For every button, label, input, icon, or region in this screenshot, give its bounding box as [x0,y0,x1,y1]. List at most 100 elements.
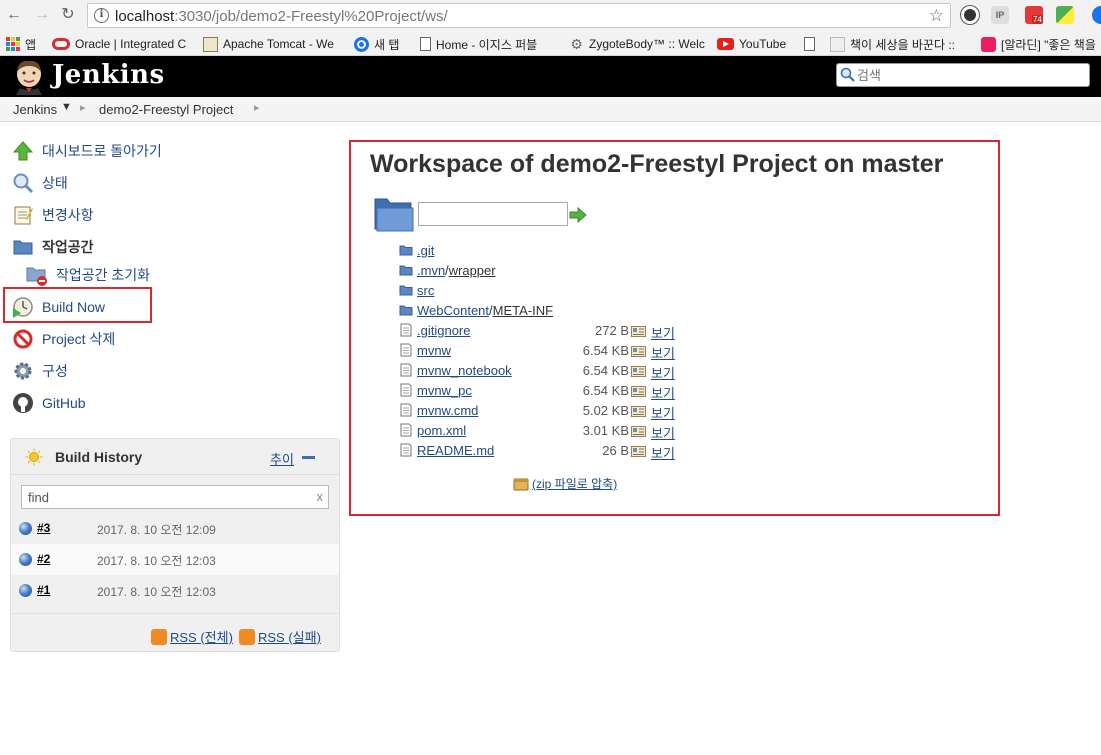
jenkins-logo-text[interactable]: Jenkins [52,60,165,90]
dir-link[interactable]: .git [417,243,434,258]
dir-link[interactable]: .mvn [417,263,445,278]
bookmark-page[interactable] [804,35,815,53]
bookmark-youtube[interactable]: YouTube [717,35,786,53]
dir-row: src [399,281,699,301]
clear-filter-button[interactable]: x [317,489,324,504]
extension-blue-icon[interactable] [1092,6,1101,24]
file-icon [399,363,413,377]
no-entry-icon [13,329,33,349]
view-link[interactable]: 보기 [651,383,675,402]
extension-c-icon[interactable]: 74 [1025,6,1043,24]
zygote-icon: ⚙ [570,35,583,52]
view-icon[interactable] [631,425,646,437]
search-input[interactable] [857,66,1082,84]
extension-photo-icon[interactable] [1056,6,1074,24]
extension-g-icon[interactable] [961,6,979,24]
task-workspace[interactable]: 작업공간 [12,235,94,259]
file-icon [399,443,413,457]
breadcrumb-separator-icon: ▸ [80,102,86,114]
file-link[interactable]: pom.xml [417,423,466,438]
rss-failed-link[interactable]: RSS (실패) [239,627,321,646]
task-changes[interactable]: 변경사항 [12,203,94,227]
view-icon[interactable] [631,405,646,417]
subdir-link[interactable]: wrapper [449,263,496,278]
jenkins-logo-icon[interactable] [12,58,46,95]
build-filter-input[interactable] [28,489,308,505]
trend-link[interactable]: 추이 [270,449,294,468]
task-github[interactable]: GitHub [12,391,86,415]
view-link[interactable]: 보기 [651,323,675,342]
bookmark-aladin[interactable]: [알라딘] "좋은 책을 [981,35,1101,53]
subdir-link[interactable]: META-INF [493,303,553,318]
file-link[interactable]: mvnw_pc [417,383,472,398]
go-arrow-icon[interactable] [569,207,587,223]
file-size: 5.02 KB [582,403,629,418]
file-link[interactable]: .gitignore [417,323,470,338]
bookmark-apps[interactable]: 앱 [6,35,36,53]
file-icon [399,323,413,337]
bookmark-tomcat[interactable]: Apache Tomcat - We [203,35,343,53]
breadcrumb-jenkins[interactable]: Jenkins [13,102,57,117]
dir-row: WebContent/META-INF [399,301,699,321]
view-link[interactable]: 보기 [651,423,675,442]
rss-all-link[interactable]: RSS (전체) [151,627,233,646]
file-icon [399,383,413,397]
reload-icon[interactable]: ↻ [58,5,78,25]
collapse-icon[interactable] [302,456,315,459]
view-link[interactable]: 보기 [651,443,675,462]
breadcrumb-dropdown-icon[interactable]: ▼ [61,101,72,113]
page-icon [830,36,845,52]
file-icon [399,423,413,437]
bookmark-zygote[interactable]: ⚙ ZygoteBody™ :: Welc [569,35,707,53]
file-row: mvnw.cmd 5.02 KB 보기 [399,401,675,421]
view-link[interactable]: 보기 [651,343,675,362]
view-icon[interactable] [631,445,646,457]
file-size: 6.54 KB [582,343,629,358]
zip-download-link[interactable]: (zip 파일로 압축) [513,475,617,492]
site-info-icon[interactable]: i [94,8,109,23]
view-link[interactable]: 보기 [651,363,675,382]
build-number-link[interactable]: #1 [37,583,50,597]
path-input[interactable] [418,202,568,226]
subdir-path: /META-INF [489,303,553,318]
view-icon[interactable] [631,385,646,397]
breadcrumb-project[interactable]: demo2-Freestyl Project [99,102,233,117]
task-label: 대시보드로 돌아가기 [42,143,162,159]
forward-icon[interactable]: → [32,5,52,25]
extension-ip-icon[interactable]: IP [991,6,1009,24]
task-back-to-dashboard[interactable]: 대시보드로 돌아가기 [12,139,162,163]
bookmark-oracle[interactable]: Oracle | Integrated C [52,35,192,53]
view-icon[interactable] [631,365,646,377]
view-icon[interactable] [631,325,646,337]
address-bar[interactable]: i localhost:3030/job/demo2-Freestyl%20Pr… [87,3,951,28]
file-link[interactable]: mvnw_notebook [417,363,512,378]
youtube-icon [717,38,734,50]
bookmark-home[interactable]: Home - 이지스 퍼블 [420,35,552,53]
file-link[interactable]: mvnw [417,343,451,358]
url-host: localhost [115,8,175,25]
task-delete-project[interactable]: Project 삭제 [12,327,115,351]
bookmark-star-icon[interactable]: ☆ [929,6,944,26]
view-link[interactable]: 보기 [651,403,675,422]
task-status[interactable]: 상태 [12,171,68,195]
build-number-link[interactable]: #3 [37,521,50,535]
dir-link[interactable]: src [417,283,434,298]
bookmark-book[interactable]: 책이 세상을 바꾼다 :: [830,35,970,53]
task-label: Project 삭제 [42,331,116,347]
view-icon[interactable] [631,345,646,357]
file-link[interactable]: README.md [417,443,494,458]
build-status-ball-icon [19,584,32,597]
task-wipe-workspace[interactable]: 작업공간 초기화 [26,263,150,287]
bookmark-label: Apache Tomcat - We [223,37,334,51]
search-icon [13,173,34,194]
file-link[interactable]: mvnw.cmd [417,403,478,418]
task-label: 구성 [42,363,68,379]
dir-link[interactable]: WebContent [417,303,489,318]
bookmark-new-tab[interactable]: 새 탭 [354,35,399,53]
back-icon[interactable]: ← [4,5,24,25]
task-configure[interactable]: 구성 [12,359,68,383]
bookmark-label: YouTube [739,37,787,51]
build-number-link[interactable]: #2 [37,552,50,566]
build-history-footer: RSS (전체) RSS (실패) [11,613,339,651]
file-icon [399,343,413,357]
